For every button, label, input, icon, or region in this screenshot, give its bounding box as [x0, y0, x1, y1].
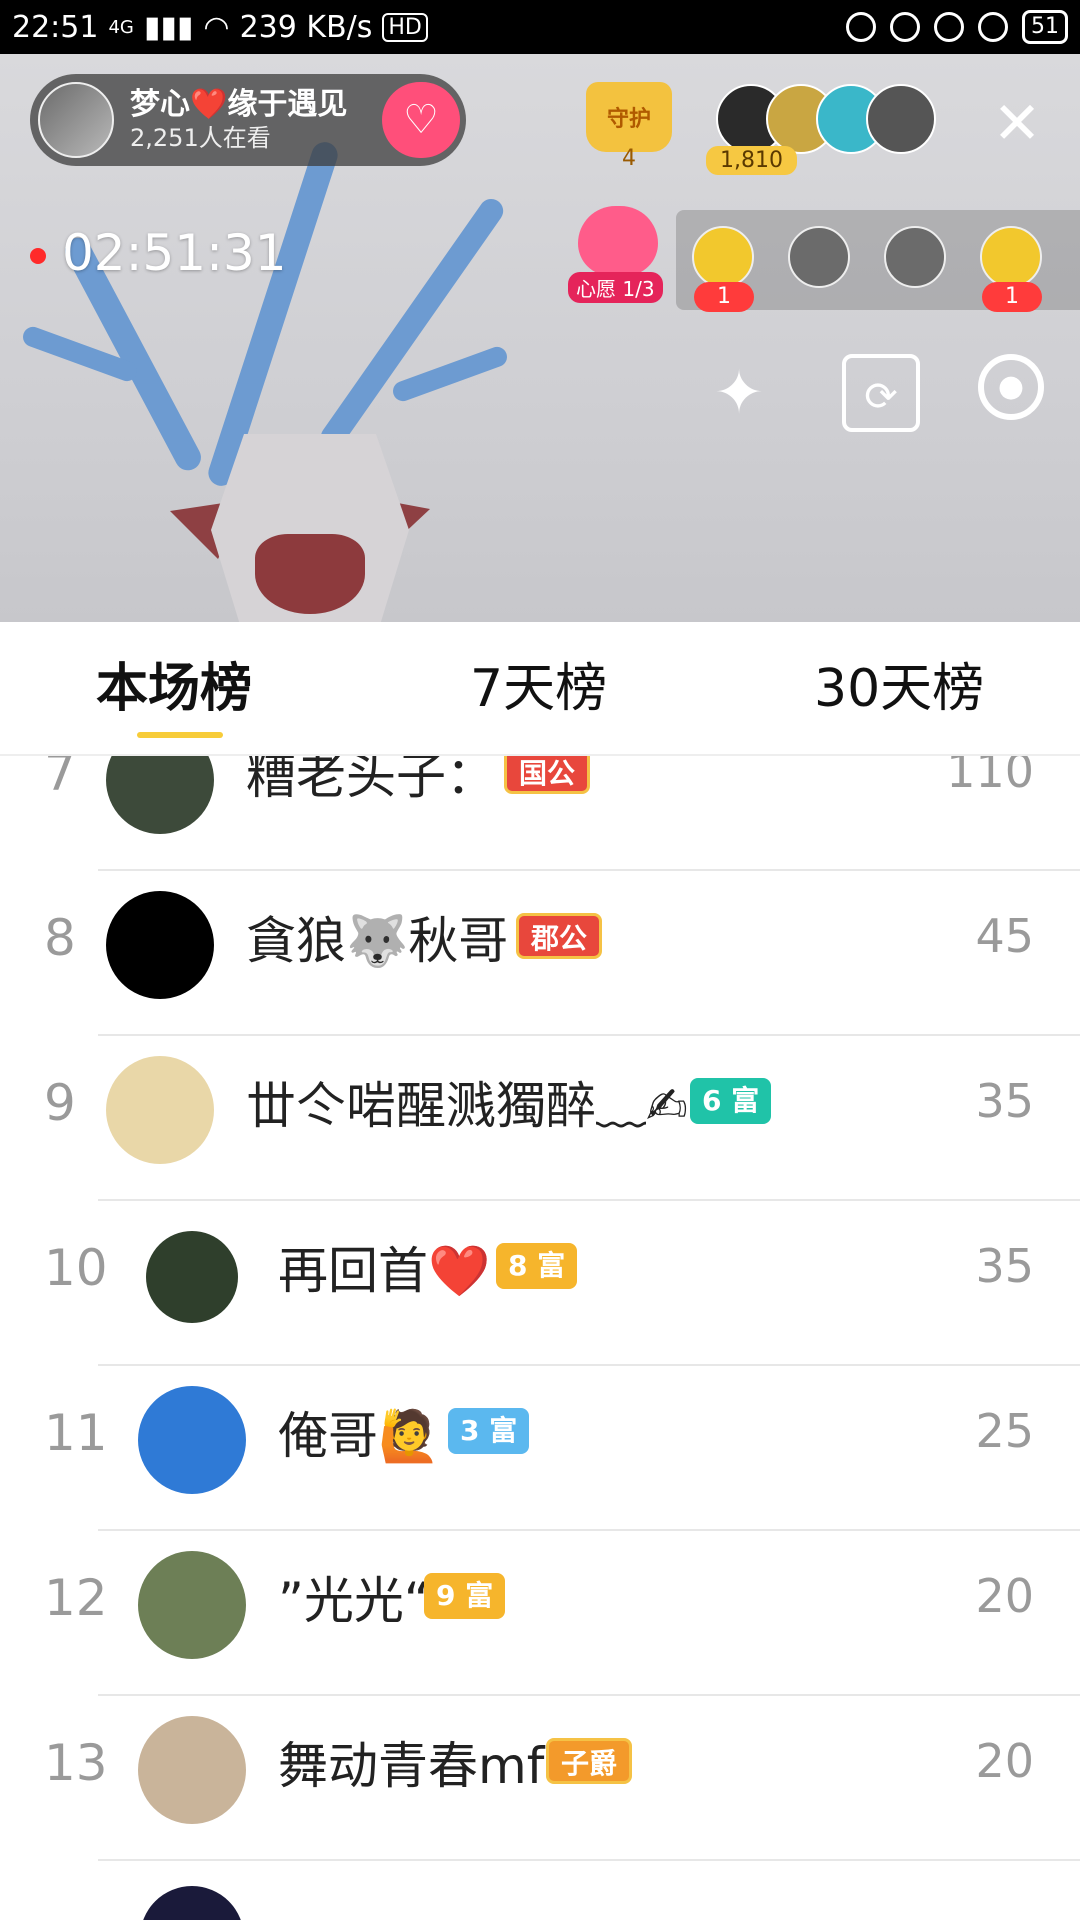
close-button[interactable]: ✕ [990, 94, 1044, 152]
user-badge: 6 富 [690, 1078, 772, 1124]
contribution-score: 20 [975, 1569, 1034, 1623]
contribution-score: 110 [946, 756, 1034, 798]
ranking-list: 7 糟老头子： 国公 110 8 貪狼🐺秋哥 郡公 45 9 丗仒啱醒溅獨醉﹏✍… [0, 756, 1080, 1920]
tab-30-days[interactable]: 30天榜 [814, 646, 984, 721]
rank-number: 7 [44, 756, 76, 802]
user-avatar[interactable] [138, 1551, 246, 1659]
settings-gear-icon[interactable]: ● [978, 354, 1044, 420]
user-badge: 子爵 [546, 1738, 633, 1784]
guard-badge[interactable]: 守护 4 [586, 82, 672, 174]
sofa-seat-icon[interactable] [788, 226, 850, 288]
list-item[interactable]: 10 再回首❤️ 8 富 35 [0, 1201, 1080, 1366]
magic-wand-icon[interactable]: ✦ [700, 354, 778, 432]
list-item[interactable]: 8 貪狼🐺秋哥 郡公 45 [0, 871, 1080, 1036]
network-speed: 239 KB/s [239, 9, 373, 45]
seat-badge: 1 [982, 282, 1042, 312]
user-name: 丗仒啱醒溅獨醉﹏✍ [246, 1077, 688, 1135]
antler-decor [390, 344, 510, 404]
signal-icon: ▮▮▮ [143, 9, 194, 45]
viewer-count: 2,251人在看 [130, 124, 271, 152]
user-badge: 国公 [504, 756, 591, 794]
headphones-icon [978, 12, 1008, 42]
status-bar: 22:51 4G ▮▮▮ ◠ 239 KB/s HD 51 [0, 0, 1080, 54]
user-name: 糟老头子： [246, 756, 496, 805]
live-indicator-icon [30, 248, 46, 264]
user-avatar[interactable] [106, 756, 214, 834]
follow-button[interactable]: ♡ [382, 82, 460, 158]
user-badge: 3 富 [448, 1408, 530, 1454]
hd-icon: HD [382, 12, 428, 42]
tab-7-days[interactable]: 7天榜 [470, 646, 607, 721]
contribution-score: 35 [975, 1239, 1034, 1293]
crown-icon: 守护 [586, 82, 672, 152]
seat-avatar[interactable] [980, 226, 1042, 288]
user-badge: 郡公 [516, 913, 603, 959]
user-name: 舞动青春mf [278, 1737, 545, 1795]
network-type: 4G [108, 16, 134, 38]
rank-number: 9 [44, 1074, 76, 1132]
user-avatar[interactable] [146, 1231, 238, 1323]
status-time: 22:51 [12, 9, 99, 45]
tab-this-session[interactable]: 本场榜 [96, 646, 252, 721]
wish-progress: 心愿 1/3 [568, 272, 663, 303]
user-avatar[interactable] [140, 1886, 244, 1920]
user-name: 俺哥🙋 [278, 1407, 441, 1465]
seat-badge: 1 [694, 282, 754, 312]
ranking-tabs: 本场榜 7天榜 30天榜 [0, 622, 1080, 756]
rank-number: 10 [44, 1239, 108, 1297]
wifi-icon: ◠ [203, 9, 230, 45]
battery-icon: 51 [1022, 10, 1068, 44]
mic-seats: 1 1 [676, 210, 1080, 312]
live-timer: 02:51:31 [62, 224, 287, 282]
deer-nose [255, 534, 365, 614]
user-avatar[interactable] [106, 1056, 214, 1164]
wish-button[interactable]: 心愿 1/3 [568, 206, 668, 306]
list-item[interactable]: 12 ”光光“ 9 富 20 [0, 1531, 1080, 1696]
rank-number: 13 [44, 1734, 108, 1792]
anchor-name: 梦心❤️缘于遇见 [130, 87, 348, 122]
user-name: 貪狼🐺秋哥 [246, 912, 509, 970]
contribution-score: 25 [975, 1404, 1034, 1458]
list-item[interactable]: 13 舞动青春mf 子爵 20 [0, 1696, 1080, 1861]
user-name: ”光光“ [278, 1572, 430, 1630]
user-avatar[interactable] [106, 891, 214, 999]
list-item[interactable]: 11 俺哥🙋 3 富 25 [0, 1366, 1080, 1531]
rank-number: 12 [44, 1569, 108, 1627]
guard-count: 4 [622, 146, 636, 171]
coin-count: 1,810 [706, 146, 797, 175]
heart-plus-icon: ♡ [403, 97, 439, 143]
sofa-seat-icon[interactable] [884, 226, 946, 288]
user-badge: 9 富 [424, 1573, 506, 1619]
list-item[interactable]: 9 丗仒啱醒溅獨醉﹏✍ 6 富 35 [0, 1036, 1080, 1201]
top-viewers[interactable]: 1,810 [706, 84, 956, 175]
contribution-score: 35 [975, 1074, 1034, 1128]
divider [98, 1859, 1080, 1861]
lock-icon [890, 12, 920, 42]
active-tab-indicator [137, 732, 223, 738]
rank-number: 11 [44, 1404, 108, 1462]
flip-camera-icon[interactable]: ⟳ [842, 354, 920, 432]
anchor-info[interactable]: 梦心❤️缘于遇见 2,251人在看 ♡ [30, 74, 466, 166]
contribution-score: 45 [975, 909, 1034, 963]
anchor-avatar[interactable] [38, 82, 114, 158]
user-badge: 8 富 [496, 1243, 578, 1289]
list-item[interactable]: 7 糟老头子： 国公 110 [0, 756, 1080, 871]
viewer-avatar[interactable] [866, 84, 936, 154]
alarm-icon [934, 12, 964, 42]
user-avatar[interactable] [138, 1716, 246, 1824]
mute-icon [846, 12, 876, 42]
antler-decor [316, 194, 508, 454]
contribution-score: 20 [975, 1734, 1034, 1788]
heart-icon [578, 206, 658, 276]
seat-avatar[interactable] [692, 226, 754, 288]
live-video[interactable]: 梦心❤️缘于遇见 2,251人在看 ♡ 守护 4 1,810 ✕ 02:51:3… [0, 54, 1080, 622]
user-name: 再回首❤️ [278, 1242, 491, 1300]
rank-number: 8 [44, 909, 76, 967]
user-avatar[interactable] [138, 1386, 246, 1494]
